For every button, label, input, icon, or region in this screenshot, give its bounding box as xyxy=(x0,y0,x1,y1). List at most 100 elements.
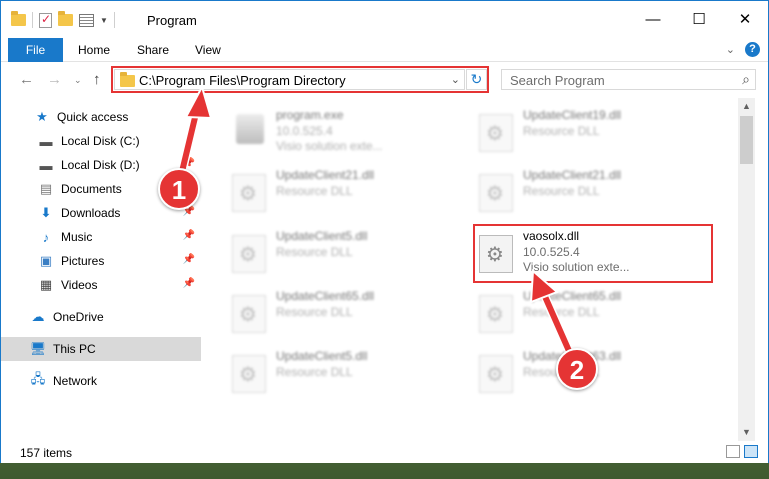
pin-icon[interactable]: 📌 xyxy=(183,278,195,289)
file-tile[interactable]: UpdateClient5.dll Resource DLL xyxy=(204,345,434,401)
search-box[interactable]: Search Program ⌕ xyxy=(501,69,756,90)
file-name: UpdateClient21.dll xyxy=(523,168,622,182)
tab-home[interactable]: Home xyxy=(78,38,110,62)
dll-file-icon xyxy=(232,235,266,273)
toolbar-separator xyxy=(32,12,33,28)
file-name: UpdateClient5.dll xyxy=(276,229,368,243)
videos-icon: ▦ xyxy=(39,277,53,292)
file-type: Resource DLL xyxy=(276,365,353,379)
file-tile[interactable]: UpdateClient65.dll Resource DLL xyxy=(204,285,434,341)
search-input[interactable]: Search Program xyxy=(510,73,605,88)
file-tile[interactable]: UpdateClient5.dll Resource DLL xyxy=(204,225,434,281)
file-description: Visio solution exte... xyxy=(276,139,383,153)
minimize-button[interactable]: — xyxy=(630,1,676,37)
documents-icon: ▤ xyxy=(39,181,53,196)
qat-dropdown-icon[interactable]: ▼ xyxy=(100,16,108,25)
dll-file-icon xyxy=(232,295,266,333)
network-icon: 🖧 xyxy=(30,371,46,386)
sidebar-item-label: Pictures xyxy=(61,254,105,268)
dll-file-icon xyxy=(479,355,513,393)
view-switcher xyxy=(726,445,758,458)
file-tile[interactable]: UpdateClient65.dll Resource DLL xyxy=(451,285,681,341)
drive-icon: ▬ xyxy=(39,133,53,149)
sidebar-item-quick-access[interactable]: ★ Quick access xyxy=(1,105,201,129)
tab-share[interactable]: Share xyxy=(137,38,169,62)
sidebar-item-onedrive[interactable]: ☁ OneDrive xyxy=(1,305,201,329)
explorer-window: ▼ Program — ☐ ✕ File Home Share View ⌄ ?… xyxy=(0,0,769,463)
sidebar-item-label: Quick access xyxy=(57,110,129,124)
sidebar-item-label: Network xyxy=(53,374,98,388)
details-view-icon[interactable] xyxy=(726,445,740,458)
sidebar-item-label: Music xyxy=(61,230,93,244)
ribbon-controls: ⌄ ? xyxy=(726,42,760,57)
file-type: Resource DLL xyxy=(523,305,600,319)
cloud-icon: ☁ xyxy=(31,309,45,324)
sidebar-item-local-disk-c[interactable]: ▬ Local Disk (C:) xyxy=(1,129,201,153)
recent-dropdown-icon[interactable]: ⌄ xyxy=(74,75,82,86)
file-tile[interactable]: UpdateClient21.dll Resource DLL xyxy=(451,164,681,220)
dll-file-icon xyxy=(479,174,513,212)
tab-view[interactable]: View xyxy=(195,38,221,62)
dll-file-icon xyxy=(232,355,266,393)
scroll-thumb[interactable] xyxy=(740,116,753,164)
pin-icon[interactable]: 📌 xyxy=(183,230,195,241)
status-bar: 157 items xyxy=(1,441,768,463)
sidebar-item-videos[interactable]: ▦ Videos 📌 xyxy=(1,273,201,297)
new-folder-icon[interactable] xyxy=(58,11,73,26)
file-type: Resource DLL xyxy=(276,184,353,198)
ribbon-tabs: File Home Share View ⌄ ? xyxy=(1,38,768,62)
customize-icon[interactable] xyxy=(79,13,94,27)
downloads-icon: ⬇ xyxy=(40,205,52,220)
quick-access-toolbar: ▼ xyxy=(11,11,115,29)
sidebar-item-network[interactable]: 🖧 Network xyxy=(1,369,201,393)
dll-file-icon xyxy=(479,114,513,152)
pin-icon[interactable]: 📌 xyxy=(183,158,195,169)
file-type: Resource DLL xyxy=(276,245,353,259)
toolbar-separator xyxy=(113,12,115,28)
step-1-badge: 1 xyxy=(158,168,200,210)
scroll-up-icon[interactable]: ▲ xyxy=(738,98,755,115)
close-button[interactable]: ✕ xyxy=(722,1,768,37)
scroll-down-icon[interactable]: ▼ xyxy=(738,424,755,441)
help-icon[interactable]: ? xyxy=(745,42,760,57)
address-highlight-box xyxy=(111,66,489,93)
sidebar-item-label: Local Disk (C:) xyxy=(61,134,140,148)
tiles-view-icon[interactable] xyxy=(744,445,758,458)
tab-file[interactable]: File xyxy=(8,38,63,62)
item-count: 157 items xyxy=(20,446,73,460)
title-bar: ▼ Program — ☐ ✕ xyxy=(1,1,768,38)
exe-file-icon xyxy=(236,114,264,144)
refresh-icon[interactable]: ↻ xyxy=(466,69,487,90)
vertical-scrollbar[interactable]: ▲ ▼ xyxy=(738,98,755,441)
sidebar-item-label: Videos xyxy=(61,278,98,292)
maximize-button[interactable]: ☐ xyxy=(676,1,722,37)
search-icon[interactable]: ⌕ xyxy=(742,71,750,88)
back-arrow-icon[interactable]: ← xyxy=(19,71,34,88)
folder-icon[interactable] xyxy=(11,11,26,26)
sidebar-item-label: Local Disk (D:) xyxy=(61,158,140,172)
sidebar-item-pictures[interactable]: ▣ Pictures 📌 xyxy=(1,249,201,273)
pc-icon: 🖥 xyxy=(29,341,47,356)
file-name: UpdateClient65.dll xyxy=(523,289,622,303)
file-type: Resource DLL xyxy=(276,305,353,319)
pin-icon[interactable]: 📌 xyxy=(183,254,195,265)
sidebar-item-music[interactable]: ♪ Music 📌 xyxy=(1,225,201,249)
navigation-bar: ← → ⌄ ↑ C:\Program Files\Program Directo… xyxy=(1,63,768,97)
file-highlight-box xyxy=(473,224,713,283)
navigation-pane: ★ Quick access ▬ Local Disk (C:) ▬ Local… xyxy=(1,98,204,441)
file-name: UpdateClient21.dll xyxy=(276,168,375,182)
file-tile[interactable]: UpdateClient21.dll Resource DLL xyxy=(204,164,434,220)
music-icon: ♪ xyxy=(42,229,50,245)
pictures-icon: ▣ xyxy=(39,253,53,268)
properties-icon[interactable] xyxy=(39,12,52,28)
forward-arrow-icon[interactable]: → xyxy=(47,71,62,88)
file-name: program.exe xyxy=(276,108,344,122)
file-type: Resource DLL xyxy=(523,184,600,198)
file-tile[interactable]: program.exe 10.0.525.4 Visio solution ex… xyxy=(204,104,434,160)
sidebar-item-this-pc[interactable]: 🖥 This PC xyxy=(1,337,201,361)
expand-ribbon-icon[interactable]: ⌄ xyxy=(726,43,735,56)
star-icon: ★ xyxy=(36,109,48,124)
up-arrow-icon[interactable]: ↑ xyxy=(93,71,101,88)
file-name: UpdateClient19.dll xyxy=(523,108,622,122)
file-tile[interactable]: UpdateClient19.dll Resource DLL xyxy=(451,104,681,160)
